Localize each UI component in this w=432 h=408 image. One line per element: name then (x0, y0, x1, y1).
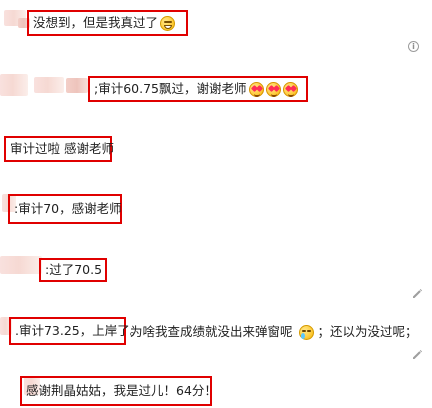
message-text-3: 审计过啦 感谢老师 (10, 140, 114, 156)
message-continuation: 为啥我查成绩就没出来弹窗呢 ；还以为没过呢； (130, 321, 418, 340)
message-text-1: 没想到，但是我真过了 (33, 14, 159, 30)
message-bubble-2: ;审计60.75飘过，谢谢老师 (88, 76, 308, 102)
message-text-5: :过了70.5 (45, 261, 103, 277)
edit-icon[interactable] (412, 288, 422, 298)
heart-eyes-emoji-icon (282, 81, 298, 97)
message-after-emoji-text: ；还以为没过呢； (317, 324, 418, 339)
avatar (34, 77, 64, 93)
chat-feed: 没想到，但是我真过了 i ;审计60.75飘过，谢谢老师 审计过啦 感谢老师 :… (0, 0, 432, 408)
edit-icon[interactable] (412, 349, 422, 359)
message-bubble-6: .审计73.25，上岸了。 (9, 317, 142, 345)
message-bubble-5: :过了70.5 (39, 258, 107, 282)
message-text-7: 感谢荆晶姑姑，我是过儿！64分！ (26, 382, 217, 398)
message-bubble-3: 审计过啦 感谢老师 (4, 136, 114, 162)
message-text-4: :审计70，感谢老师 (14, 200, 122, 216)
message-text-6: .审计73.25，上岸了。 (15, 322, 143, 338)
heart-eyes-emoji-icon (248, 81, 264, 97)
avatar (0, 74, 28, 96)
message-bubble-4: :审计70，感谢老师 (8, 194, 122, 224)
message-text-2: ;审计60.75飘过，谢谢老师 (94, 80, 247, 96)
message-bubble-1: 没想到，但是我真过了 (27, 10, 188, 36)
message-bubble-7: 感谢荆晶姑姑，我是过儿！64分！ (20, 376, 217, 406)
grin-emoji-icon (160, 15, 176, 31)
heart-eyes-emoji-icon (265, 81, 281, 97)
avatar (66, 78, 88, 93)
crying-emoji-icon (298, 325, 314, 340)
info-icon[interactable]: i (408, 41, 419, 52)
message-continuation-text: 为啥我查成绩就没出来弹窗呢 (130, 324, 293, 339)
avatar (0, 256, 42, 274)
